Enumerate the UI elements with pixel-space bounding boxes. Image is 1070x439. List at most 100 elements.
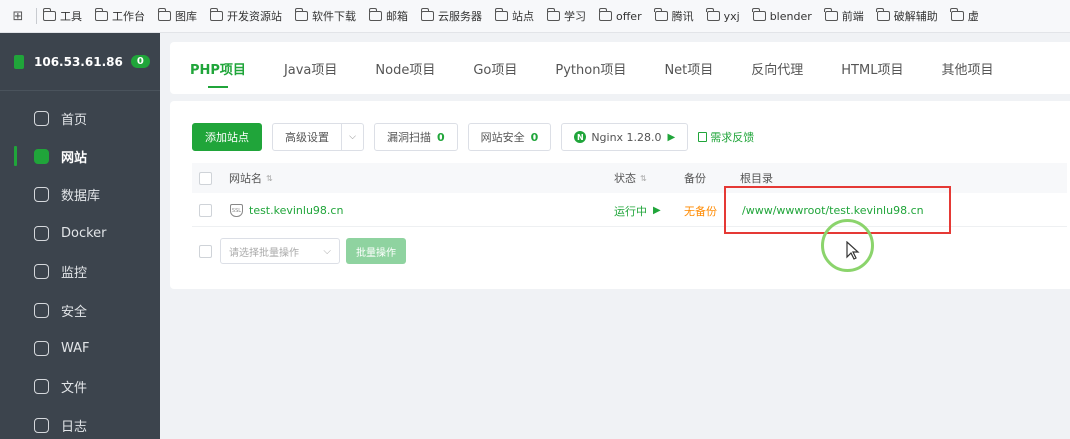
bookmark-item[interactable]: 工具	[42, 8, 82, 24]
folder-icon	[598, 8, 612, 21]
bookmark-item[interactable]: 云服务器	[420, 8, 482, 24]
bookmark-item[interactable]: 开发资源站	[209, 8, 282, 24]
bookmark-item[interactable]: 前端	[824, 8, 864, 24]
header-site-name[interactable]: 网站名 ⇅	[229, 163, 273, 193]
sidebar-item-monitor[interactable]: 监控	[0, 253, 160, 291]
folder-icon	[157, 8, 171, 21]
tab-reverse-proxy[interactable]: 反向代理	[751, 42, 803, 94]
chevron-down-icon[interactable]: ⌵	[341, 124, 363, 150]
bookmark-item[interactable]: 破解辅助	[876, 8, 938, 24]
folder-icon	[494, 8, 508, 21]
table-header: 网站名 ⇅ 状态 ⇅ 备份 根目录	[192, 163, 1067, 193]
folder-icon	[654, 8, 668, 21]
bookmark-item[interactable]: 图库	[157, 8, 197, 24]
bookmark-item[interactable]: 虚	[950, 8, 979, 24]
add-site-button[interactable]: 添加站点	[192, 123, 262, 151]
vuln-count: 0	[437, 130, 445, 144]
feedback-icon	[698, 132, 708, 142]
root-dir-link[interactable]: /www/wwwroot/test.kevinlu98.cn	[742, 195, 924, 226]
bookmark-item[interactable]: 软件下载	[294, 8, 356, 24]
folder-icon	[876, 8, 890, 21]
sidebar-item-logs[interactable]: 日志	[0, 406, 160, 439]
folder-icon	[34, 379, 49, 395]
tab-java[interactable]: Java项目	[284, 42, 337, 94]
docker-icon	[34, 225, 49, 241]
security-count: 0	[530, 130, 539, 144]
advanced-settings-label: 高级设置	[285, 131, 329, 144]
bookmark-item[interactable]: 站点	[494, 8, 534, 24]
website-icon	[34, 149, 49, 165]
sort-icon[interactable]: ⇅	[266, 174, 273, 183]
tab-other[interactable]: 其他项目	[941, 42, 993, 94]
tab-node[interactable]: Node项目	[375, 42, 435, 94]
bookmarks-separator	[36, 8, 37, 24]
tab-net[interactable]: Net项目	[664, 42, 713, 94]
folder-icon	[420, 8, 434, 21]
apps-grid-icon[interactable]: ⊞	[0, 9, 36, 24]
table-row: SSL test.kevinlu98.cn 运行中 ▶ 无备份 /www/www…	[192, 195, 1067, 227]
chevron-down-icon: ⌵	[323, 245, 331, 257]
folder-icon	[294, 8, 308, 21]
server-ip: 106.53.61.86	[34, 54, 123, 69]
sidebar-item-home[interactable]: 首页	[0, 99, 160, 137]
checkbox[interactable]	[199, 204, 212, 217]
site-name-link[interactable]: SSL test.kevinlu98.cn	[230, 195, 343, 226]
tab-html[interactable]: HTML项目	[841, 42, 903, 94]
batch-checkbox[interactable]	[199, 244, 212, 258]
select-all-checkbox[interactable]	[199, 163, 212, 193]
waf-icon	[34, 341, 49, 357]
tab-python[interactable]: Python项目	[555, 42, 626, 94]
status-running[interactable]: 运行中 ▶	[614, 195, 661, 226]
play-icon: ▶	[667, 131, 676, 143]
server-header[interactable]: 106.53.61.86 0	[0, 33, 160, 91]
home-icon	[34, 110, 49, 126]
toolbar: 添加站点 高级设置 ⌵ 漏洞扫描 0 网站安全 0 N Nginx 1.28.0…	[192, 123, 754, 151]
batch-operate-button[interactable]: 批量操作	[346, 238, 406, 264]
bookmark-item[interactable]: offer	[598, 8, 642, 23]
sidebar-item-waf[interactable]: WAF	[0, 329, 160, 367]
row-checkbox[interactable]	[199, 195, 212, 226]
folder-icon	[752, 8, 766, 21]
nginx-button[interactable]: N Nginx 1.28.0 ▶	[561, 123, 689, 151]
nginx-icon: N	[574, 131, 587, 143]
ssl-shield-icon: SSL	[230, 204, 243, 217]
feedback-link[interactable]: 需求反馈	[698, 129, 754, 145]
advanced-settings-button[interactable]: 高级设置 ⌵	[272, 123, 364, 151]
bookmark-item[interactable]: 工作台	[94, 8, 145, 24]
backup-status[interactable]: 无备份	[684, 195, 717, 226]
sidebar-item-website[interactable]: 网站	[0, 137, 160, 175]
folder-icon	[368, 8, 382, 21]
tab-php[interactable]: PHP项目	[190, 42, 246, 94]
shield-icon	[34, 302, 49, 318]
bookmark-item[interactable]: 邮箱	[368, 8, 408, 24]
sidebar-item-database[interactable]: 数据库	[0, 176, 160, 214]
sidebar-item-docker[interactable]: Docker	[0, 214, 160, 252]
bookmark-item[interactable]: blender	[752, 8, 812, 23]
sort-icon[interactable]: ⇅	[640, 174, 647, 183]
log-icon	[34, 417, 49, 433]
folder-icon	[94, 8, 108, 21]
bookmark-item[interactable]: 学习	[546, 8, 586, 24]
header-status[interactable]: 状态 ⇅	[614, 163, 647, 193]
vuln-scan-button[interactable]: 漏洞扫描 0	[374, 123, 458, 151]
bookmark-item[interactable]: 腾讯	[654, 8, 694, 24]
folder-icon	[706, 8, 720, 21]
batch-select[interactable]: 请选择批量操作 ⌵	[220, 238, 340, 264]
sidebar-item-files[interactable]: 文件	[0, 368, 160, 406]
batch-operations: 请选择批量操作 ⌵ 批量操作	[192, 238, 406, 264]
folder-icon	[209, 8, 223, 21]
tab-go[interactable]: Go项目	[473, 42, 517, 94]
sidebar-item-security[interactable]: 安全	[0, 291, 160, 329]
project-tabs: PHP项目 Java项目 Node项目 Go项目 Python项目 Net项目 …	[170, 42, 1070, 94]
main-content: PHP项目 Java项目 Node项目 Go项目 Python项目 Net项目 …	[160, 33, 1070, 439]
bookmarks-bar: ⊞ 工具 工作台 图库 开发资源站 软件下载 邮箱 云服务器 站点 学习 off…	[0, 0, 1070, 33]
bookmark-item[interactable]: yxj	[706, 8, 740, 23]
folder-icon	[546, 8, 560, 21]
site-security-button[interactable]: 网站安全 0	[467, 123, 552, 151]
sidebar: 106.53.61.86 0 首页 网站 数据库 Docker 监控 安全 WA…	[0, 33, 160, 439]
header-root-dir: 根目录	[740, 172, 773, 185]
checkbox[interactable]	[199, 171, 212, 185]
folder-icon	[824, 8, 838, 21]
folder-icon	[950, 8, 964, 21]
database-icon	[34, 187, 49, 203]
